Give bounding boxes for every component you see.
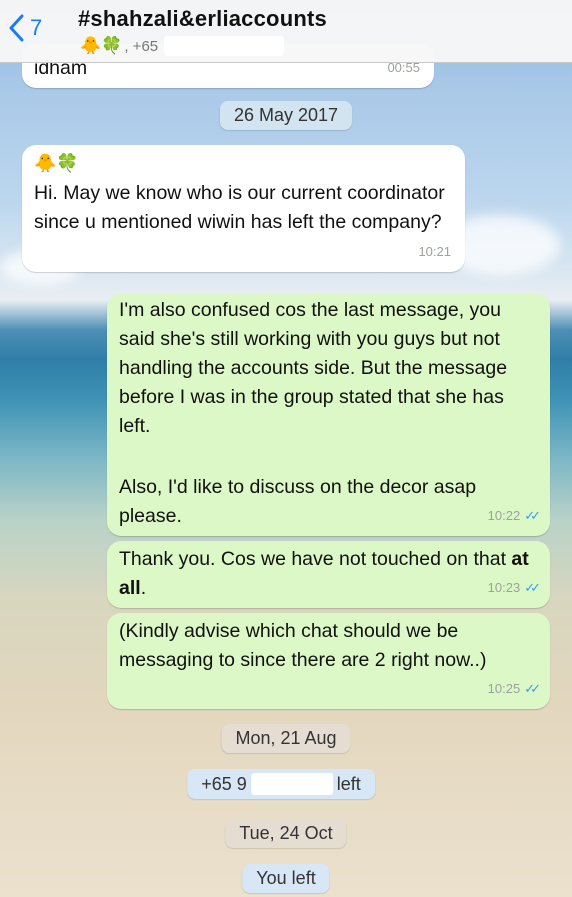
unread-count: 7 <box>30 15 43 40</box>
message-text: Thank you. Cos we have not touched on th… <box>119 545 537 603</box>
double-check-icon: ✓✓ <box>524 580 541 595</box>
date-separator: 26 May 2017 <box>219 101 353 130</box>
date-separator: Tue, 24 Oct <box>225 819 347 848</box>
message-outgoing[interactable]: I'm also confused cos the last message, … <box>107 293 550 536</box>
redaction-block <box>164 36 285 56</box>
message-incoming[interactable]: 🐥🍀 Hi. May we know who is our current co… <box>22 145 465 272</box>
message-text: I'm also confused cos the last message, … <box>119 299 508 437</box>
system-message-suffix: left <box>336 773 361 794</box>
message-outgoing[interactable]: (Kindly advise which chat should we be m… <box>107 613 550 709</box>
system-message-prefix: +65 9 <box>201 773 247 794</box>
message-status: 10:25 ✓✓ <box>487 674 541 703</box>
group-title[interactable]: #shahzali&erliaccounts <box>78 6 327 32</box>
message-time: 10:23 <box>487 580 521 595</box>
redaction-block <box>250 773 333 795</box>
message-text-part: . <box>140 577 147 599</box>
message-text: Also, I'd like to discuss on the decor a… <box>119 476 477 527</box>
message-time: 10:25 <box>487 681 521 696</box>
system-message: +65 9 left <box>187 769 375 799</box>
chat-header: 7 #shahzali&erliaccounts 🐥🍀 , +65 <box>0 0 572 63</box>
double-check-icon: ✓✓ <box>524 681 541 696</box>
message-status: 10:22 ✓✓ <box>487 501 541 530</box>
message-text-part: Thank you. Cos we have not touched on th… <box>119 548 512 570</box>
member-emojis: 🐥🍀 <box>80 36 123 55</box>
date-separator: Mon, 21 Aug <box>221 724 351 753</box>
double-check-icon: ✓✓ <box>524 508 541 523</box>
chevron-left-icon <box>8 14 24 42</box>
message-time: 10:21 <box>418 244 451 259</box>
message-status: 10:23 ✓✓ <box>487 573 541 602</box>
back-button[interactable]: 7 <box>8 14 42 42</box>
message-text: (Kindly advise which chat should we be m… <box>119 620 487 671</box>
message-outgoing[interactable]: Thank you. Cos we have not touched on th… <box>107 541 550 608</box>
sender-emojis: 🐥🍀 <box>34 153 79 173</box>
member-phone-prefix: , +65 <box>124 37 159 55</box>
group-members[interactable]: 🐥🍀 , +65 <box>80 36 285 56</box>
message-time: 10:22 <box>487 508 521 523</box>
message-text: Hi. May we know who is our current coord… <box>34 182 445 233</box>
system-message: You left <box>242 864 330 893</box>
